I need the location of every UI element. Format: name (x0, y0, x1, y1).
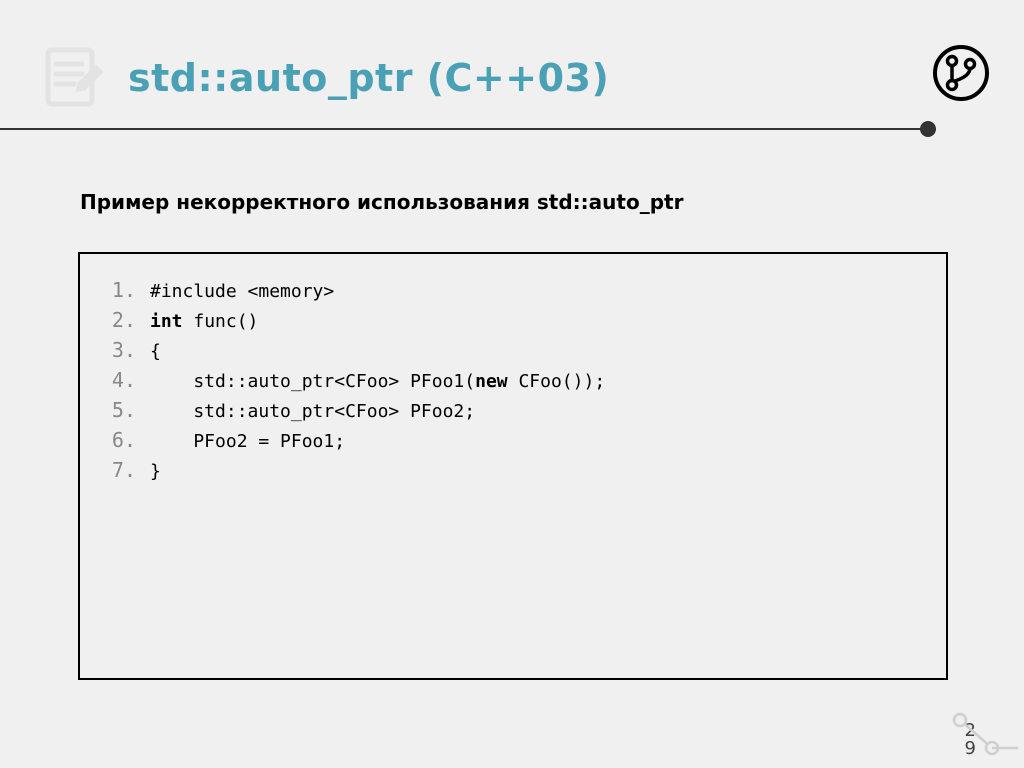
code-line: 7. } (106, 456, 920, 486)
line-number: 2. (106, 306, 150, 334)
code-text: int func() (150, 308, 258, 336)
code-text: std::auto_ptr<CFoo> PFoo2; (150, 398, 475, 426)
code-block: 1. #include <memory> 2. int func() 3. { … (78, 252, 948, 680)
header-divider-node (920, 121, 936, 137)
code-text: #include <memory> (150, 278, 334, 306)
footer-branch-icon (948, 708, 1018, 762)
code-line: 6. PFoo2 = PFoo1; (106, 426, 920, 456)
line-number: 6. (106, 426, 150, 454)
code-text: std::auto_ptr<CFoo> PFoo1(new CFoo()); (150, 368, 605, 396)
code-text: PFoo2 = PFoo1; (150, 428, 345, 456)
slide: std::auto_ptr (C++03) Пример некорректно… (0, 0, 1024, 768)
line-number: 7. (106, 456, 150, 484)
slide-subtitle: Пример некорректного использования std::… (80, 190, 683, 214)
line-number: 1. (106, 276, 150, 304)
code-text: } (150, 458, 161, 486)
notepad-icon (36, 40, 108, 116)
code-line: 5. std::auto_ptr<CFoo> PFoo2; (106, 396, 920, 426)
code-line: 4. std::auto_ptr<CFoo> PFoo1(new CFoo())… (106, 366, 920, 396)
line-number: 5. (106, 396, 150, 424)
code-line: 2. int func() (106, 306, 920, 336)
line-number: 3. (106, 336, 150, 364)
code-line: 1. #include <memory> (106, 276, 920, 306)
git-branch-icon (932, 44, 990, 106)
line-number: 4. (106, 366, 150, 394)
code-line: 3. { (106, 336, 920, 366)
code-text: { (150, 338, 161, 366)
header-divider (0, 128, 930, 130)
slide-title: std::auto_ptr (C++03) (128, 56, 609, 100)
